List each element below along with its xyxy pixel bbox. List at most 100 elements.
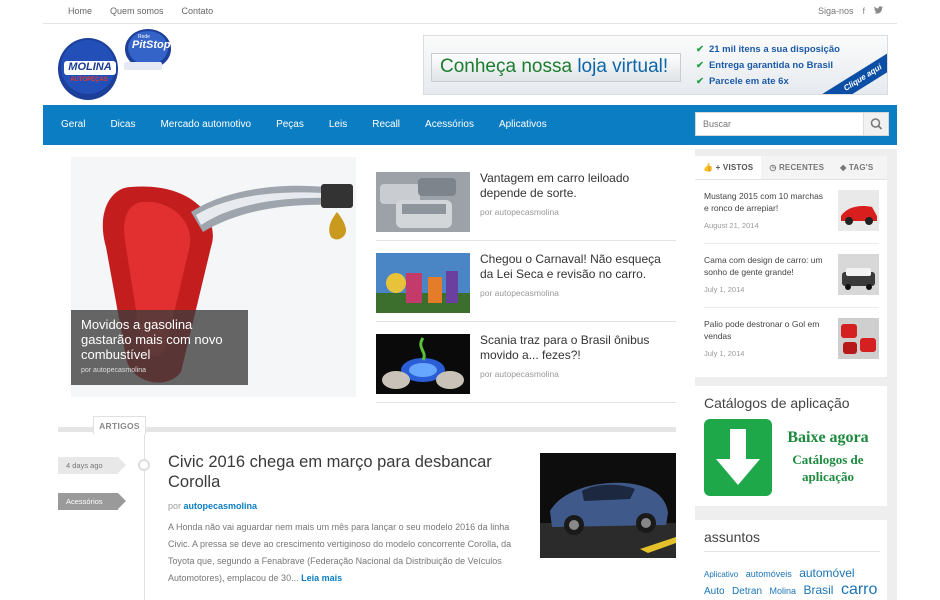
check-icon: ✔ xyxy=(696,60,704,71)
tab-vistos-label: + VISTOS xyxy=(715,163,754,172)
tab-vistos[interactable]: 👍 + VISTOS xyxy=(695,156,762,179)
side-post-thumb xyxy=(376,172,470,232)
banner-headline-b: loja virtual! xyxy=(577,56,669,77)
top-link-home[interactable]: Home xyxy=(68,6,92,16)
article-author[interactable]: autopecasmolina xyxy=(184,501,258,511)
popular-date: July 1, 2014 xyxy=(704,349,745,358)
search-button[interactable] xyxy=(863,113,888,135)
popular-thumb xyxy=(838,318,879,359)
popular-date: July 1, 2014 xyxy=(704,285,745,294)
tab-recentes-label: RECENTES xyxy=(778,163,825,172)
twitter-icon[interactable] xyxy=(874,6,883,16)
check-icon: ✔ xyxy=(696,44,704,55)
side-post[interactable]: Vantagem em carro leiloado depende de so… xyxy=(376,163,676,241)
banner-check-text: Entrega garantida no Brasil xyxy=(708,60,834,71)
side-post-author: por autopecasmolina xyxy=(480,288,559,298)
popular-item[interactable]: Mustang 2015 com 10 marchas e ronco de a… xyxy=(704,186,879,244)
side-post[interactable]: Scania traz para o Brasil ônibus movido … xyxy=(376,325,676,403)
banner-check-text: 21 mil itens a sua disposição xyxy=(708,44,840,55)
subjects-heading: assuntos xyxy=(704,529,880,552)
side-post-author: por autopecasmolina xyxy=(480,369,559,379)
nav-item-acessorios[interactable]: Acessórios xyxy=(425,119,474,130)
main-nav: Geral Dicas Mercado automotivo Peças Lei… xyxy=(43,105,897,145)
article-excerpt: A Honda não vai aguardar nem mais um mês… xyxy=(168,519,530,587)
top-link-about[interactable]: Quem somos xyxy=(110,6,164,16)
sidebar-tabs: 👍 + VISTOS ◷ RECENTES ◆ TAG'S xyxy=(695,156,887,180)
banner-check-item: ✔ 21 mil itens a sua disposição xyxy=(696,42,840,58)
logo-badge: PitStop xyxy=(132,39,171,51)
featured-title[interactable]: Movidos a gasolina gastarão mais com nov… xyxy=(81,317,238,362)
catalog-heading: Catálogos de aplicação xyxy=(704,395,850,411)
clock-icon: ◷ xyxy=(769,163,777,172)
popular-widget: 👍 + VISTOS ◷ RECENTES ◆ TAG'S Mustang 20… xyxy=(695,156,887,377)
banner-check-text: Parcele em ate 6x xyxy=(708,76,789,87)
nav-item-leis[interactable]: Leis xyxy=(329,119,347,130)
sidebar: 👍 + VISTOS ◷ RECENTES ◆ TAG'S Mustang 20… xyxy=(695,149,897,600)
side-post-title[interactable]: Chegou o Carnaval! Não esqueça da Lei Se… xyxy=(480,252,676,282)
side-post-title[interactable]: Scania traz para o Brasil ônibus movido … xyxy=(480,333,676,363)
catalog-widget: Catálogos de aplicação Baixe agora Catál… xyxy=(695,386,887,506)
tag-link[interactable]: Aplicativo xyxy=(704,570,738,579)
read-more-link[interactable]: Leia mais xyxy=(301,573,342,583)
tab-tags-label: TAG'S xyxy=(848,163,874,172)
nav-item-dicas[interactable]: Dicas xyxy=(110,119,135,130)
nav-item-pecas[interactable]: Peças xyxy=(276,119,304,130)
featured-post[interactable]: Movidos a gasolina gastarão mais com nov… xyxy=(71,157,356,397)
timeline-dot xyxy=(138,459,150,471)
section-label: ARTIGOS xyxy=(93,416,146,434)
popular-title[interactable]: Palio pode destronar o Gol em vendas xyxy=(704,319,828,342)
article-image[interactable] xyxy=(540,453,676,558)
featured-author: por autopecasmolina xyxy=(81,367,146,374)
search-input[interactable] xyxy=(696,113,864,135)
social-links: Siga-nos f xyxy=(818,6,883,16)
side-post-title[interactable]: Vantagem em carro leiloado depende de so… xyxy=(480,171,676,201)
popular-title[interactable]: Cama com design de carro: um sonho de ge… xyxy=(704,255,828,278)
side-post-author: por autopecasmolina xyxy=(480,207,559,217)
popular-item[interactable]: Palio pode destronar o Gol em vendas Jul… xyxy=(704,314,879,372)
popular-thumb xyxy=(838,254,879,295)
article-time-badge: 4 days ago xyxy=(58,457,126,474)
popular-item[interactable]: Cama com design de carro: um sonho de ge… xyxy=(704,250,879,308)
catalog-download-banner[interactable]: Baixe agora Catálogos de aplicação xyxy=(704,419,881,496)
thumbs-up-icon: 👍 xyxy=(703,163,714,172)
tag-link[interactable]: Detran xyxy=(732,586,762,597)
tag-cloud: Aplicativo automóveis automóvel Auto Det… xyxy=(704,565,882,599)
popular-title[interactable]: Mustang 2015 com 10 marchas e ronco de a… xyxy=(704,191,828,214)
site-logo[interactable]: MOLINA AUTOPEÇAS Rede PitStop xyxy=(58,27,173,103)
top-links: Home Quem somos Contato xyxy=(68,6,213,16)
tab-recentes[interactable]: ◷ RECENTES xyxy=(761,156,832,179)
nav-item-geral[interactable]: Geral xyxy=(61,119,85,130)
tag-link[interactable]: automóveis xyxy=(746,569,792,579)
side-post[interactable]: Chegou o Carnaval! Não esqueça da Lei Se… xyxy=(376,244,676,322)
tag-link[interactable]: carro xyxy=(841,581,877,598)
tag-link[interactable]: Brasil xyxy=(803,583,833,597)
store-banner[interactable]: Conheça nossa loja virtual! ✔ 21 mil iten… xyxy=(423,35,888,95)
facebook-icon[interactable]: f xyxy=(862,6,865,16)
top-link-contact[interactable]: Contato xyxy=(182,6,214,16)
search-box xyxy=(695,112,889,136)
nav-item-mercado[interactable]: Mercado automotivo xyxy=(160,119,251,130)
nav-item-aplicativos[interactable]: Aplicativos xyxy=(499,119,547,130)
article-category-badge[interactable]: Acessórios xyxy=(58,493,126,510)
tag-link[interactable]: automóvel xyxy=(799,566,854,580)
banner-check-item: ✔ Parcele em ate 6x xyxy=(696,74,840,90)
side-post-thumb xyxy=(376,253,470,313)
subjects-widget: assuntos Aplicativo automóveis automóvel… xyxy=(695,520,887,600)
popular-thumb xyxy=(838,190,879,231)
top-bar: Home Quem somos Contato Siga-nos f xyxy=(43,0,897,24)
section-divider xyxy=(58,427,676,432)
article-title[interactable]: Civic 2016 chega em março para desbancar… xyxy=(168,452,513,492)
nav-item-recall[interactable]: Recall xyxy=(372,119,400,130)
tag-link[interactable]: Auto xyxy=(704,586,725,597)
tab-tags[interactable]: ◆ TAG'S xyxy=(832,156,881,179)
article-by-prefix: por xyxy=(168,501,184,511)
banner-check-item: ✔ Entrega garantida no Brasil xyxy=(696,58,840,74)
catalog-line-2: Catálogos de xyxy=(792,452,864,467)
tag-link[interactable]: Molina xyxy=(770,586,797,596)
check-icon: ✔ xyxy=(696,76,704,87)
follow-label: Siga-nos xyxy=(817,6,854,16)
banner-headline-a: Conheça nossa xyxy=(440,56,578,77)
nav-items: Geral Dicas Mercado automotivo Peças Lei… xyxy=(61,119,547,130)
article-byline: por autopecasmolina xyxy=(168,501,257,511)
popular-date: August 21, 2014 xyxy=(704,221,759,230)
